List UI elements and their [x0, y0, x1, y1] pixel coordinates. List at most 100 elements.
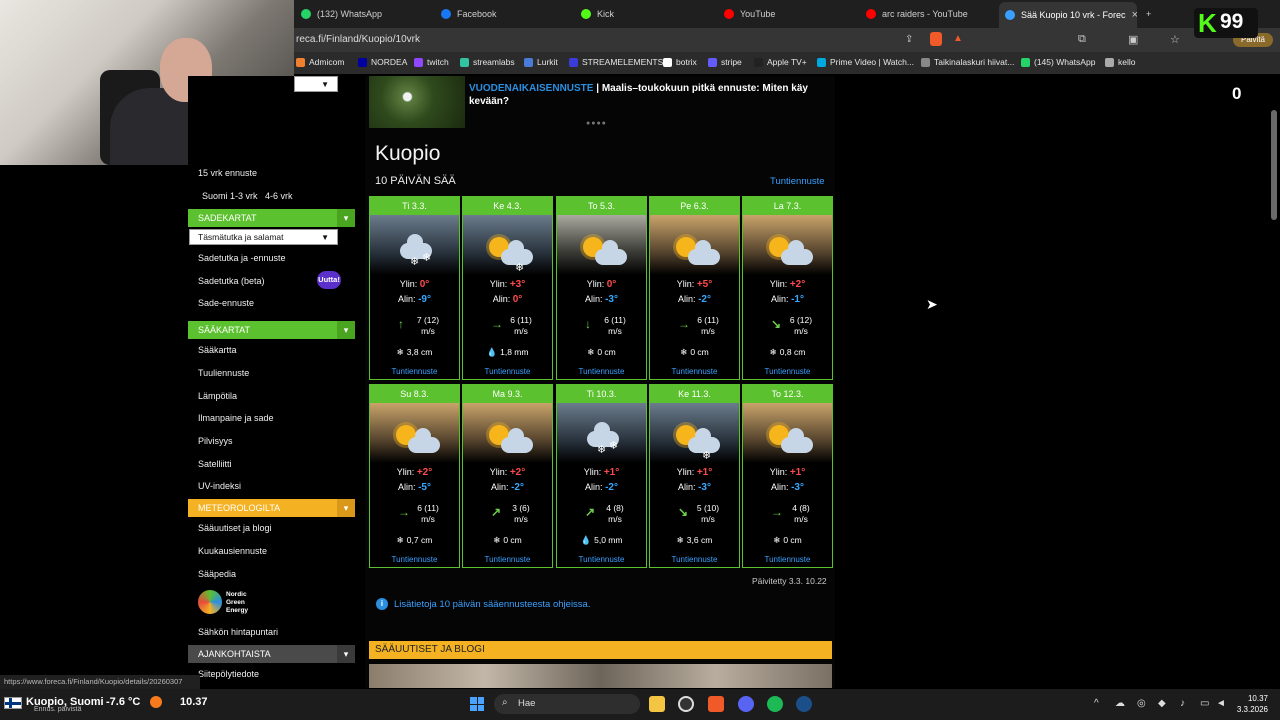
forecast-day-card[interactable]: Su 8.3. Ylin: +2° Alin: -5° → 6 (11) m/s ❄ 0,7 …: [369, 384, 460, 568]
sidebar-item-15vrk[interactable]: 15 vrk ennuste: [198, 168, 257, 178]
tray-chevron-up-icon[interactable]: ^: [1094, 698, 1099, 709]
url-text[interactable]: reca.fi/Finland/Kuopio/10vrk: [296, 34, 420, 45]
info-link[interactable]: i Lisätietoja 10 päivän sääennusteesta oh…: [376, 598, 590, 610]
sidebar-item-kuukausiennuste[interactable]: Kuukausiennuste: [198, 546, 267, 556]
low-temp-row: Alin: -5°: [370, 480, 459, 495]
carousel-dots[interactable]: ●●●●: [586, 120, 607, 127]
hourly-link[interactable]: Tuntiennuste: [650, 555, 739, 564]
network-icon[interactable]: ▭: [1200, 698, 1209, 709]
hourly-link[interactable]: Tuntiennuste: [650, 367, 739, 376]
sidebar-item-weather-map[interactable]: Pilvisyys: [198, 436, 233, 446]
start-button-icon[interactable]: [470, 697, 484, 711]
sidebar-item-weather-map[interactable]: Tuuliennuste: [198, 368, 249, 378]
sidebar-item-sadetutka[interactable]: Sadetutka ja -ennuste: [198, 253, 286, 263]
sidebar-top-select[interactable]: ▼: [294, 76, 338, 92]
bookmark-item[interactable]: botrix: [663, 57, 697, 67]
volume-icon[interactable]: ◄: [1216, 698, 1226, 709]
hourly-link[interactable]: Tuntiennuste: [743, 555, 832, 564]
tab[interactable]: Facebook: [435, 0, 575, 28]
tray-app-icon[interactable]: ☁: [1115, 698, 1125, 709]
extensions-icon[interactable]: ⧉: [1078, 33, 1086, 46]
bookmark-item[interactable]: streamlabs: [460, 57, 515, 67]
sidebar-item-siitepoly[interactable]: Siitepölytiedote: [198, 669, 259, 679]
forecast-day-card[interactable]: To 12.3. Ylin: +1° Alin: -3° → 4 (8) m/s ❄ 0 cm…: [742, 384, 833, 568]
spotify-icon[interactable]: [767, 696, 783, 712]
discord-icon[interactable]: [738, 696, 754, 712]
sidebar-toggle-icon[interactable]: ▣: [1128, 33, 1138, 46]
close-tab-icon[interactable]: ×: [1126, 9, 1137, 21]
bookmark-item[interactable]: NORDEA: [358, 57, 407, 67]
bookmark-item[interactable]: kello: [1105, 57, 1135, 67]
news-image[interactable]: [369, 664, 832, 688]
sidebar-item-weather-map[interactable]: Lämpötila: [198, 391, 237, 401]
forecast-day-card[interactable]: Ke 4.3. ❄ Ylin: +3° Alin: 0° → 6 (11) m/s 💧 1,8 …: [462, 196, 553, 380]
brave-shield-icon[interactable]: [930, 32, 942, 46]
tray-app-icon[interactable]: ◆: [1158, 698, 1166, 709]
hourly-link[interactable]: Tuntiennuste: [463, 367, 552, 376]
hourly-link[interactable]: Tuntiennuste: [463, 555, 552, 564]
nordic-green-energy-logo-icon[interactable]: [198, 590, 222, 614]
hourly-link[interactable]: Tuntiennuste: [743, 367, 832, 376]
sidebar-item-weather-map[interactable]: UV-indeksi: [198, 481, 241, 491]
sidebar-item-weather-map[interactable]: Satelliitti: [198, 459, 232, 469]
sidebar-item-weather-map[interactable]: Sääkartta: [198, 345, 237, 355]
forecast-day-card[interactable]: La 7.3. Ylin: +2° Alin: -1° ↘ 6 (12) m/s ❄ 0,8 …: [742, 196, 833, 380]
system-clock[interactable]: 10.37 3.3.2026: [1236, 693, 1268, 715]
sidebar-item-sahkon-hinta[interactable]: Sähkön hintapuntari: [198, 627, 278, 637]
forecast-day-card[interactable]: Ma 9.3. Ylin: +2° Alin: -2° ↗ 3 (6) m/s ❄ 0 cm T…: [462, 384, 553, 568]
steam-icon[interactable]: [796, 696, 812, 712]
promo-image[interactable]: [369, 76, 465, 128]
taskbar-search[interactable]: ⌕ Hae: [494, 694, 640, 714]
bookmark-item[interactable]: STREAMELEMENTS: [569, 57, 663, 67]
section-saakartat[interactable]: SÄÄKARTAT ▾: [188, 321, 355, 339]
sidebar-item-saapedia[interactable]: Sääpedia: [198, 569, 236, 579]
nordic-green-energy-label[interactable]: Nordic Green Energy: [226, 591, 248, 615]
bookmark-item[interactable]: Admicom: [296, 57, 344, 67]
hourly-link[interactable]: Tuntiennuste: [370, 555, 459, 564]
section-meteorologilta[interactable]: METEOROLOGILTA ▾: [188, 499, 355, 517]
tab[interactable]: arc raiders - YouTube: [860, 0, 1000, 28]
bookmark-item[interactable]: Taikinalaskuri hiivat...: [921, 57, 1014, 67]
forecast-day-card[interactable]: Ke 11.3. ❄ Ylin: +1° Alin: -3° ↘ 5 (10) m/s ❄ 3,…: [649, 384, 740, 568]
hourly-forecast-link[interactable]: Tuntiennuste: [770, 176, 825, 187]
forecast-day-card[interactable]: Ti 3.3. ❄ ❄ Ylin: 0° Alin: -9° ↑ 7 (12) m/s ❄ 3,8…: [369, 196, 460, 380]
news-section-header[interactable]: SÄÄUUTISET JA BLOGI: [369, 641, 832, 659]
bookmark-item[interactable]: Lurkit: [524, 57, 558, 67]
bookmark-item[interactable]: twitch: [414, 57, 449, 67]
sidebar-item-sade-ennuste[interactable]: Sade-ennuste: [198, 298, 254, 308]
tab[interactable]: YouTube: [718, 0, 858, 28]
weather-widget-temp[interactable]: -7.6 °C: [106, 696, 140, 708]
sidebar-link-4-6[interactable]: 4-6 vrk: [265, 191, 293, 201]
hourly-link[interactable]: Tuntiennuste: [557, 555, 646, 564]
file-explorer-icon[interactable]: [649, 696, 665, 712]
section-ajankohtaista[interactable]: AJANKOHTAISTA ▾: [188, 645, 355, 663]
hourly-link[interactable]: Tuntiennuste: [370, 367, 459, 376]
scrollbar-thumb[interactable]: [1271, 110, 1277, 220]
share-icon[interactable]: ⇪: [905, 34, 913, 45]
new-tab-button[interactable]: +: [1146, 0, 1160, 28]
promo-headline[interactable]: VUODENAIKAISENNUSTE | Maalis–toukokuun p…: [469, 82, 829, 108]
bookmark-item[interactable]: stripe: [708, 57, 742, 67]
microphone-icon[interactable]: ♪: [1180, 698, 1185, 709]
bookmark-item[interactable]: (145) WhatsApp: [1021, 57, 1095, 67]
bookmark-item[interactable]: Apple TV+: [754, 57, 807, 67]
tab[interactable]: Sää Kuopio 10 vrk - Forec ×: [999, 2, 1137, 28]
bookmark-star-icon[interactable]: ☆: [1170, 33, 1180, 46]
forecast-day-card[interactable]: To 5.3. Ylin: 0° Alin: -3° ↓ 6 (11) m/s ❄ 0 cm T…: [556, 196, 647, 380]
sidebar-item-sadetutka-beta[interactable]: Sadetutka (beta): [198, 276, 265, 286]
forecast-day-card[interactable]: Pe 6.3. Ylin: +5° Alin: -2° → 6 (11) m/s ❄ 0 cm…: [649, 196, 740, 380]
tab[interactable]: Kick: [575, 0, 715, 28]
tray-app-icon[interactable]: ◎: [1137, 698, 1146, 709]
brave-rewards-icon[interactable]: ▲: [953, 33, 963, 44]
rain-map-select[interactable]: Täsmätutka ja salamat ▼: [189, 229, 338, 245]
forecast-day-card[interactable]: Ti 10.3. ❄ ❄ Ylin: +1° Alin: -2° ↗ 4 (8) m/s 💧 5,…: [556, 384, 647, 568]
sidebar-item-saauutiset[interactable]: Sääuutiset ja blogi: [198, 523, 272, 533]
section-sadekartat[interactable]: SADEKARTAT ▾: [188, 209, 355, 227]
brave-browser-icon[interactable]: [708, 696, 724, 712]
chatgpt-icon[interactable]: [678, 696, 694, 712]
bookmark-item[interactable]: Prime Video | Watch...: [817, 57, 914, 67]
sidebar-item-weather-map[interactable]: Ilmanpaine ja sade: [198, 413, 274, 423]
hourly-link[interactable]: Tuntiennuste: [557, 367, 646, 376]
tab[interactable]: (132) WhatsApp: [295, 0, 435, 28]
sidebar-link-suomi-1-3[interactable]: Suomi 1-3 vrk: [202, 191, 258, 201]
